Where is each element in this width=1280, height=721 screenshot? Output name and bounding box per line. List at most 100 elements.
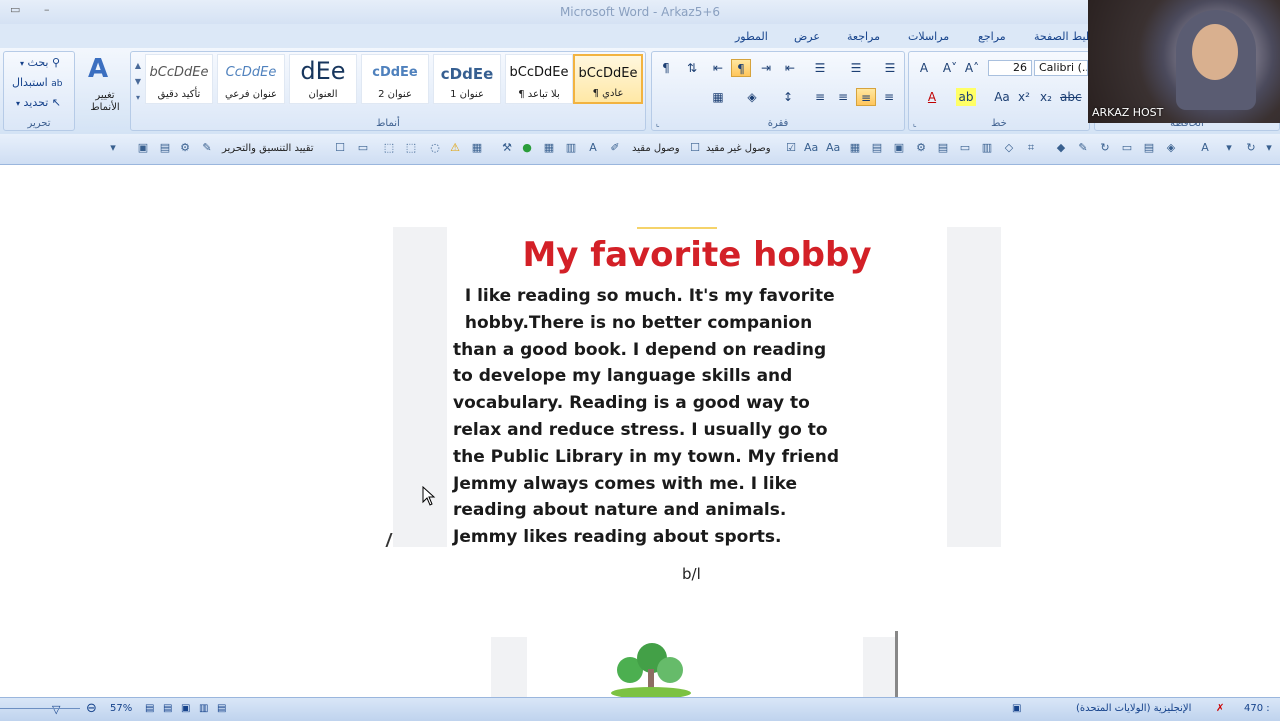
align-left-icon[interactable]: ≡	[879, 88, 899, 106]
scroll-up-icon[interactable]: ▲	[133, 58, 143, 74]
crop-icon[interactable]: ⌗	[1024, 141, 1038, 155]
clear-formatting-icon[interactable]: A	[914, 59, 934, 77]
highlight-icon[interactable]: ab	[956, 88, 976, 106]
grow-font-icon[interactable]: A˄	[962, 59, 982, 77]
print-layout-icon[interactable]: ▣	[181, 703, 190, 714]
borders-icon[interactable]: ▦	[708, 88, 728, 106]
unlimited-access-button[interactable]: وصول غير مقيد	[706, 143, 771, 154]
subscript-icon[interactable]: x₂	[1036, 88, 1056, 106]
tree-image[interactable]	[491, 631, 898, 699]
table-icon[interactable]: ▦	[470, 141, 484, 155]
redo-icon[interactable]: ↻	[1244, 141, 1258, 155]
text-style-icon[interactable]: A	[586, 141, 600, 155]
multilevel-list-icon[interactable]: ☰	[810, 59, 830, 77]
ltr-icon[interactable]: ⇤	[708, 59, 728, 77]
refresh-icon[interactable]: ↻	[1098, 141, 1112, 155]
change-case-icon[interactable]: Aa	[992, 88, 1012, 106]
outline-view-icon[interactable]: ▤	[163, 703, 172, 714]
decrease-indent-icon[interactable]: ⇤	[780, 59, 800, 77]
tab-mailings[interactable]: مراسلات	[908, 30, 949, 43]
tag-icon[interactable]: ◈	[1164, 141, 1178, 155]
edit-icon[interactable]: ✎	[200, 141, 214, 155]
style-no-spacing[interactable]: bCcDdEe ¶ بلا تباعد	[505, 54, 573, 104]
chevron-down-icon[interactable]: ▾	[1262, 141, 1276, 155]
tab-references[interactable]: مراجع	[978, 30, 1006, 43]
properties-icon[interactable]: ⚙	[178, 141, 192, 155]
restrict-editing-button[interactable]: تقييد التنسيق والتحرير	[222, 143, 314, 154]
draft-view-icon[interactable]: ▤	[145, 703, 154, 714]
show-marks-icon[interactable]: ¶	[656, 59, 676, 77]
layout-icon[interactable]: ▭	[958, 141, 972, 155]
columns-icon[interactable]: ▥	[980, 141, 994, 155]
tab-review[interactable]: مراجعة	[847, 30, 880, 43]
window-icon[interactable]: ▭	[1120, 141, 1134, 155]
shading-icon[interactable]: ◈	[742, 88, 762, 106]
image-icon[interactable]: ▣	[892, 141, 906, 155]
tab-view[interactable]: عرض	[794, 30, 820, 43]
tools-icon[interactable]: ⚒	[500, 141, 514, 155]
replace-button[interactable]: استبدال ab	[12, 76, 62, 89]
toggle-icon[interactable]: ◌	[428, 141, 442, 155]
case-icon[interactable]: Aa	[826, 141, 840, 155]
style-heading-1[interactable]: cDdEe عنوان 1	[433, 54, 501, 104]
checkbox-icon[interactable]: ☐	[688, 141, 702, 155]
web-layout-icon[interactable]: ▥	[199, 703, 208, 714]
style-subtitle[interactable]: CcDdEe عنوان فرعي	[217, 54, 285, 104]
zoom-level[interactable]: 57%	[110, 703, 132, 714]
chart-icon[interactable]: ▥	[564, 141, 578, 155]
settings-icon[interactable]: ⚙	[914, 141, 928, 155]
insert-picture-icon[interactable]: ▣	[136, 141, 150, 155]
fill-icon[interactable]: ◆	[1054, 141, 1068, 155]
sort-icon[interactable]: ⇅	[682, 59, 702, 77]
align-center-icon[interactable]: ≡	[856, 88, 876, 106]
proofing-icon[interactable]: ✗	[1216, 703, 1224, 714]
document-icon[interactable]: ▤	[936, 141, 950, 155]
checkbox-icon[interactable]: ☐	[333, 141, 347, 155]
frame-icon[interactable]: ⬚	[382, 141, 396, 155]
scroll-down-icon[interactable]: ▼	[133, 74, 143, 90]
circle-icon[interactable]: ●	[520, 141, 534, 155]
tab-developer[interactable]: المطور	[735, 30, 768, 43]
style-heading-2[interactable]: cDdEe عنوان 2	[361, 54, 429, 104]
increase-indent-icon[interactable]: ⇥	[756, 59, 776, 77]
reading-view-icon[interactable]: ▤	[217, 703, 226, 714]
rtl-icon[interactable]: ¶	[731, 59, 751, 77]
shrink-font-icon[interactable]: A˅	[940, 59, 960, 77]
style-title[interactable]: dEe العنوان	[289, 54, 357, 104]
styles-scroll[interactable]: ▲ ▼ ▾	[133, 58, 143, 106]
format-icon[interactable]: ▤	[870, 141, 884, 155]
table-icon[interactable]: ▦	[848, 141, 862, 155]
numbering-icon[interactable]: ☰	[846, 59, 866, 77]
page-icon[interactable]: ▤	[1142, 141, 1156, 155]
change-styles-button[interactable]: A تغيير الأنماط	[82, 52, 128, 114]
style-normal[interactable]: bCcDdEe ¶ عادي	[573, 54, 643, 104]
document-area[interactable]: My favorite hobby I like reading so much…	[0, 165, 1280, 699]
warning-icon[interactable]: ⚠	[448, 141, 462, 155]
style-subtle-emphasis[interactable]: bCcDdEe تأكيد دقيق	[145, 54, 213, 104]
image-icon[interactable]: ▤	[158, 141, 172, 155]
zoom-slider[interactable]	[0, 708, 80, 709]
superscript-icon[interactable]: x²	[1014, 88, 1034, 106]
macro-icon[interactable]: ▣	[1012, 703, 1021, 714]
justify-icon[interactable]: ≡	[810, 88, 830, 106]
font-size-field[interactable]: 26	[988, 60, 1032, 76]
language-indicator[interactable]: الإنجليزية (الولايات المتحدة)	[1076, 703, 1191, 714]
font-color-icon[interactable]: A	[922, 88, 942, 106]
group-icon[interactable]: ▭	[356, 141, 370, 155]
shapes-icon[interactable]: ◇	[1002, 141, 1016, 155]
grid-icon[interactable]: ▦	[542, 141, 556, 155]
bullets-icon[interactable]: ☰	[880, 59, 900, 77]
align-right-icon[interactable]: ≡	[833, 88, 853, 106]
checkmark-icon[interactable]: ☑	[784, 141, 798, 155]
select-button[interactable]: ▾ تحديد ↖	[16, 96, 61, 109]
chevron-down-icon[interactable]: ▾	[1222, 141, 1236, 155]
frame-icon[interactable]: ⬚	[404, 141, 418, 155]
limited-access-button[interactable]: وصول مقيد	[632, 143, 680, 154]
pen-icon[interactable]: ✐	[608, 141, 622, 155]
font-icon[interactable]: Aa	[804, 141, 818, 155]
font-color-icon[interactable]: A	[1198, 141, 1212, 155]
strikethrough-icon[interactable]: abc	[1060, 88, 1082, 106]
word-count[interactable]: 470 :	[1244, 703, 1270, 714]
hobby-image[interactable]: My favorite hobby I like reading so much…	[393, 227, 1001, 547]
zoom-out-icon[interactable]: ⊖	[86, 701, 97, 716]
